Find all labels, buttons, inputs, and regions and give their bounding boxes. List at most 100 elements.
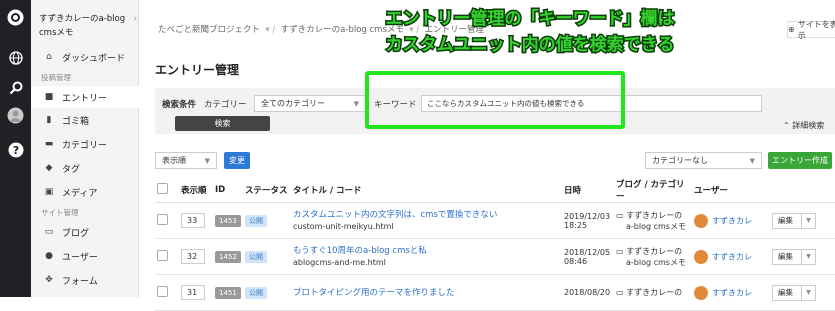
sidebar-item-category[interactable]: ▬ カテゴリー (31, 133, 139, 155)
entry-user[interactable]: すずきカレ (712, 288, 752, 297)
chevron-down-icon: ▼ (749, 156, 755, 165)
chevron-down-icon: ▼ (353, 99, 359, 108)
order-input[interactable]: 32 (181, 249, 205, 264)
search-icon[interactable] (6, 78, 25, 97)
image-icon: ▣ (44, 187, 54, 197)
id-badge: 1452 (215, 251, 241, 263)
sidebar-item-media[interactable]: ▣ メディア (31, 181, 139, 203)
section-label-site: サイト管理 (41, 208, 79, 217)
sidebar-item-trash[interactable]: ▮ ゴミ箱 (31, 109, 139, 131)
chevron-down-icon: ▼ (204, 156, 210, 165)
site-name: すずきカレーのa-blog cmsメモ (39, 14, 126, 38)
entry-time: 08:46 (564, 256, 588, 266)
status-badge: 公開 (245, 250, 267, 263)
entry-blog[interactable]: すずきカレーの (626, 288, 682, 297)
entry-blog-line2: a-blog cmsメモ (626, 257, 686, 267)
entry-date: 2018/08/20 (564, 288, 611, 297)
icon-rail: ? (0, 0, 31, 297)
sidebar-item-form[interactable]: ✥ フォーム (31, 269, 139, 291)
edit-button[interactable]: 編集 ▼ (772, 248, 816, 265)
category-select[interactable]: 全てのカテゴリー ▼ (254, 95, 366, 112)
laptop-icon: ▭ (616, 246, 627, 256)
svg-text:?: ? (12, 144, 18, 157)
entry-user[interactable]: すずきカレ (712, 216, 752, 225)
user-avatar-icon[interactable] (6, 106, 25, 125)
user-avatar (694, 249, 708, 264)
table-row[interactable]: 33 1453 公開 カスタムユニット内の文字列は、cmsで置換できない custom-… (155, 202, 835, 239)
entry-code: custom-unit-meikyu.html (293, 221, 394, 231)
entry-blog[interactable]: すずきカレーの (626, 211, 682, 220)
edit-button[interactable]: 編集 ▼ (772, 212, 816, 229)
logo-icon[interactable] (6, 8, 25, 27)
sidebar-item-entry[interactable]: ■ エントリー (31, 86, 139, 108)
change-button[interactable]: 変更 (224, 152, 250, 169)
column-header-blog: ブログ / カテゴリー (614, 178, 692, 203)
entry-date: 2019/12/03 (564, 211, 611, 221)
table-row[interactable]: 31 1451 公開 プロトタイピング用のテーマを作りました 2018/08/20 ▭ す… (155, 274, 835, 311)
annotation-text: エントリー管理の「キーワード」欄は カスタムユニット内の値を検索できる (384, 8, 676, 57)
table-header-row: 表示順 ID ステータス タイトル / コード 日時 ブログ / カテゴリー ユ… (155, 178, 835, 203)
laptop-icon: ▭ (616, 210, 627, 220)
site-switcher[interactable]: すずきカレーのa-blog cmsメモ › (39, 12, 137, 40)
column-header-date[interactable]: 日時 (562, 178, 614, 203)
status-badge: 公開 (245, 214, 267, 227)
sidebar-item-blog[interactable]: ▭ ブログ (31, 221, 139, 243)
row-checkbox[interactable] (157, 250, 168, 261)
entry-blog-line2: a-blog cmsメモ (626, 221, 686, 231)
sidebar: すずきカレーのa-blog cmsメモ › ⌂ ダッシュボード 投稿管理 ■ エント… (31, 0, 139, 297)
home-icon: ⌂ (46, 52, 52, 62)
column-header-user: ユーザー (692, 178, 770, 203)
form-icon: ✥ (45, 275, 53, 285)
chevron-up-icon: ⌃ (783, 121, 790, 130)
chevron-down-icon[interactable]: ▼ (801, 285, 815, 300)
sort-select[interactable]: 表示順 ▼ (155, 152, 217, 169)
chevron-down-icon: ▾ / (262, 25, 278, 35)
chevron-right-icon: › (133, 14, 137, 24)
entry-time: 18:25 (564, 220, 588, 230)
section-label-posts: 投稿管理 (41, 73, 71, 82)
chevron-down-icon[interactable]: ▼ (801, 213, 815, 228)
column-header-id[interactable]: ID (213, 178, 243, 203)
document-icon: ■ (44, 92, 54, 102)
user-avatar (694, 285, 708, 300)
id-badge: 1451 (215, 287, 241, 299)
globe-icon: ⊕ (788, 25, 795, 34)
category-label: カテゴリー (204, 100, 247, 110)
entry-blog[interactable]: すずきカレーの (626, 247, 682, 256)
view-site-button[interactable]: ⊕ サイトを表示 (787, 20, 835, 40)
order-input[interactable]: 31 (181, 285, 205, 300)
row-checkbox[interactable] (157, 286, 168, 297)
keyword-highlight-box (365, 71, 625, 129)
page-title: エントリー管理 (155, 63, 240, 77)
user-avatar (694, 213, 708, 228)
column-header-status[interactable]: ステータス (243, 178, 291, 203)
globe-icon[interactable] (6, 48, 25, 67)
category-filter-select[interactable]: カテゴリーなし ▼ (645, 152, 762, 169)
entry-date: 2018/12/05 (564, 247, 611, 257)
breadcrumb-item[interactable]: たべごと新聞プロジェクト (158, 25, 260, 35)
sidebar-item-tag[interactable]: ◆ タグ (31, 157, 139, 179)
folder-icon: ▬ (44, 139, 54, 149)
sidebar-item-user[interactable]: ● ユーザー (31, 245, 139, 267)
trash-icon: ▮ (46, 115, 52, 125)
column-header-order[interactable]: 表示順 (179, 178, 213, 203)
chevron-down-icon[interactable]: ▼ (801, 249, 815, 264)
advanced-search-toggle[interactable]: ⌃ 詳細検索 (783, 120, 824, 131)
create-entry-button[interactable]: エントリー作成 (768, 152, 832, 169)
column-header-title[interactable]: タイトル / コード (291, 178, 562, 203)
table-row[interactable]: 32 1452 公開 もうすぐ10周年のa-blog cmsと私 ablogcms-an… (155, 238, 835, 275)
edit-button[interactable]: 編集 ▼ (772, 284, 816, 301)
entry-title-link[interactable]: カスタムユニット内の文字列は、cmsで置換できない (293, 209, 560, 221)
tag-icon: ◆ (45, 163, 53, 173)
entry-title-link[interactable]: もうすぐ10周年のa-blog cmsと私 (293, 245, 560, 257)
help-icon[interactable]: ? (6, 140, 25, 159)
user-icon: ● (45, 251, 53, 261)
row-checkbox[interactable] (157, 214, 168, 225)
order-input[interactable]: 33 (181, 213, 205, 228)
search-button[interactable]: 検索 (175, 116, 270, 131)
laptop-icon: ▭ (44, 227, 54, 237)
id-badge: 1453 (215, 215, 241, 227)
sidebar-item-dashboard[interactable]: ⌂ ダッシュボード (31, 46, 139, 68)
select-all-checkbox[interactable] (157, 183, 168, 194)
entry-user[interactable]: すずきカレ (712, 252, 752, 261)
